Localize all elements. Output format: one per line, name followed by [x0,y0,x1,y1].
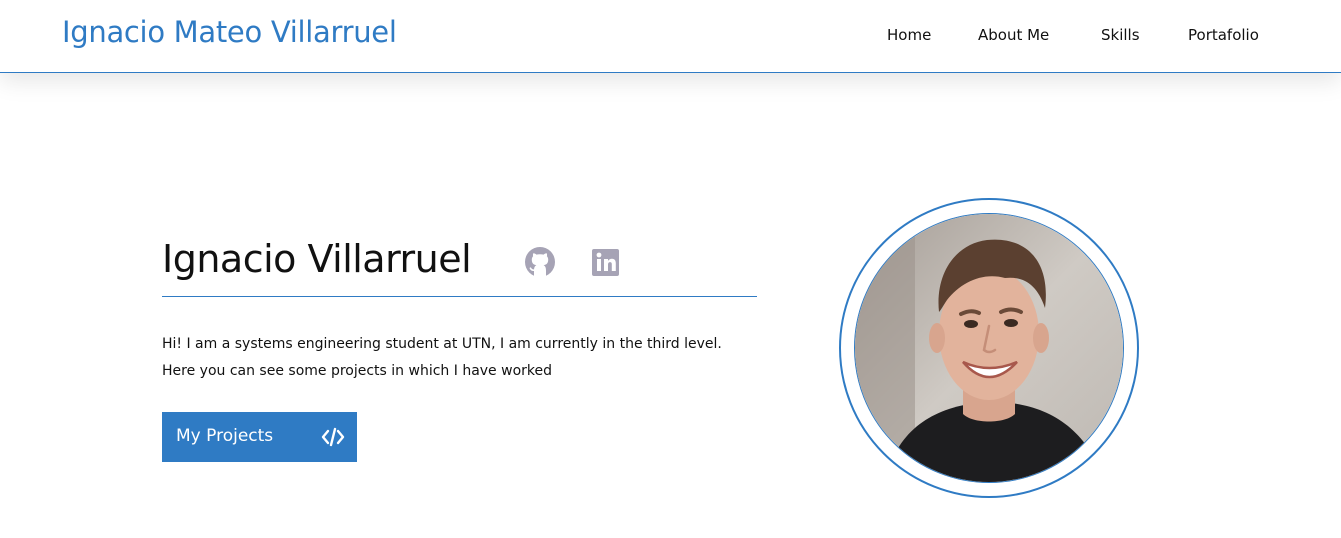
hero-divider [162,296,757,297]
linkedin-icon[interactable] [590,246,622,278]
profile-photo [854,213,1124,483]
nav-link-portafolio[interactable]: Portafolio [1188,26,1259,44]
code-icon [321,427,345,447]
nav-links: Home About Me Skills Portafolio [0,26,1341,48]
nav-link-about-me[interactable]: About Me [978,26,1049,44]
navbar: Ignacio Mateo Villarruel Home About Me S… [0,0,1341,73]
github-icon[interactable] [524,246,556,278]
nav-link-home[interactable]: Home [887,26,931,44]
bio: Hi! I am a systems engineering student a… [162,331,762,385]
nav-link-skills[interactable]: Skills [1101,26,1140,44]
bio-line-2: Here you can see some projects in which … [162,363,552,379]
hero-name: Ignacio Villarruel [162,237,472,281]
my-projects-button[interactable]: My Projects [162,412,357,462]
my-projects-label: My Projects [176,426,274,446]
bio-line-1: Hi! I am a systems engineering student a… [162,336,722,352]
